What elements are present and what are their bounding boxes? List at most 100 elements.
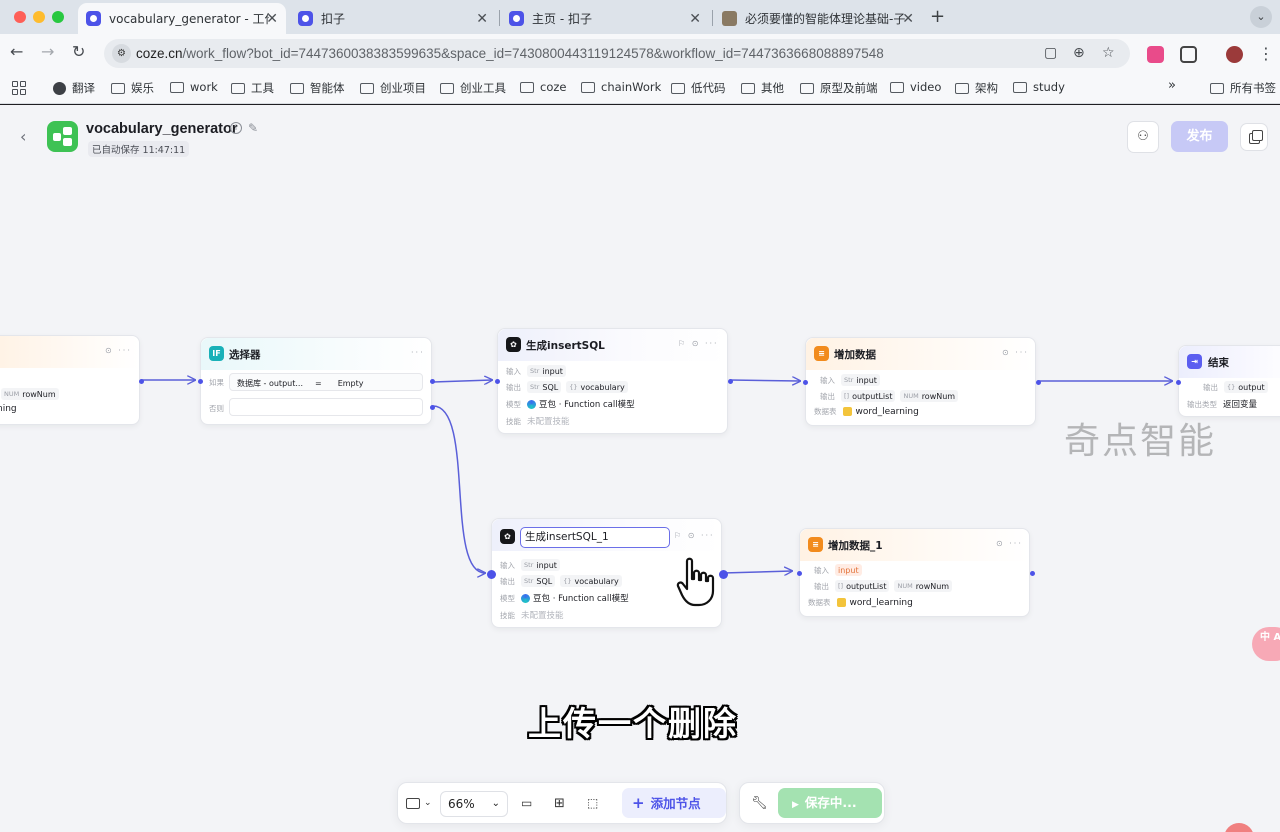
input-port[interactable]	[487, 570, 496, 579]
zoom-icon[interactable]: ⊕	[1073, 45, 1085, 61]
reload-icon[interactable]: ↻	[72, 42, 85, 61]
bookmarks-bar: 翻译 娱乐 work 工具 智能体 创业项目 创业工具 coze chainWo…	[0, 72, 1280, 104]
database-icon: ≡	[808, 537, 823, 552]
node-controls-icon[interactable]: ⊙ ···	[105, 346, 132, 355]
more-bookmarks-button[interactable]: »	[1168, 78, 1176, 93]
close-window-button[interactable]	[14, 11, 26, 23]
input-port[interactable]	[1176, 380, 1181, 385]
bookmark-folder[interactable]: 工具	[231, 80, 274, 96]
coze-favicon-icon	[509, 11, 524, 26]
output-port[interactable]	[1030, 571, 1035, 576]
bookmark-folder[interactable]: 创业工具	[440, 80, 506, 96]
else-branch[interactable]	[229, 398, 423, 416]
comment-icon[interactable]: ▭	[521, 791, 532, 815]
bookmark-folder[interactable]: chainWork	[581, 80, 661, 94]
node-end[interactable]: ⇥ 结束 输出{} output 输出类型 返回变量	[1176, 345, 1280, 417]
doubao-model-icon	[527, 399, 536, 409]
bookmark-folder[interactable]: 原型及前端	[800, 80, 878, 96]
condition-left-operand[interactable]: 数据库 - output...	[237, 378, 303, 389]
zoom-select[interactable]: 66% ⌄	[440, 791, 508, 817]
node-add-data-1[interactable]: ≡ 增加数据_1 ⊙ ··· 输入 input 输出[] outputList NUM…	[797, 528, 1035, 617]
close-tab-icon[interactable]: ✕	[902, 11, 914, 27]
if-output-port[interactable]	[430, 379, 435, 384]
forward-arrow-icon[interactable]: →	[41, 42, 54, 61]
address-bar[interactable]: ⚙ coze.cn/work_flow?bot_id=7447360038383…	[104, 39, 1130, 68]
browser-menu-icon[interactable]: ⋮	[1258, 44, 1274, 63]
tab-home[interactable]: 主页 - 扣子 ✕	[501, 3, 709, 34]
folder-icon	[1013, 81, 1027, 93]
extensions-puzzle-icon[interactable]	[1180, 46, 1197, 63]
node-selector[interactable]: IF 选择器 ··· 如果 数据库 - output... = Empty 否则	[198, 337, 435, 425]
minimize-window-button[interactable]	[33, 11, 45, 23]
bookmark-folder[interactable]: study	[1013, 80, 1065, 94]
database-icon: ≡	[814, 346, 829, 361]
condition-right-operand[interactable]: Empty	[338, 379, 364, 388]
article-favicon-icon	[722, 11, 737, 26]
bookmark-folder[interactable]: 架构	[955, 80, 998, 96]
add-node-button[interactable]: + 添加节点	[622, 788, 726, 818]
llm-icon: ✿	[506, 337, 521, 352]
output-port[interactable]	[719, 570, 728, 579]
close-tab-icon[interactable]: ✕	[476, 11, 488, 27]
site-info-icon[interactable]: ⚙	[112, 44, 131, 63]
bookmark-star-icon[interactable]: ☆	[1102, 45, 1115, 61]
tab-article[interactable]: 必须要懂的智能体理论基础-子 ✕	[714, 3, 922, 34]
all-bookmarks[interactable]: 所有书签	[1210, 80, 1276, 96]
folder-icon	[290, 82, 304, 94]
node-controls-icon[interactable]: ⚐ ⊙ ···	[674, 531, 715, 540]
close-tab-icon[interactable]: ✕	[266, 11, 278, 27]
plus-icon: +	[632, 794, 645, 812]
tab-workflow[interactable]: vocabulary_generator - 工作流 ✕	[78, 3, 286, 34]
save-running-button[interactable]: ▶ 保存中...	[778, 788, 882, 818]
more-icon[interactable]: ···	[411, 348, 425, 357]
edge-gensql1-adddata1	[722, 571, 792, 573]
node-add-data[interactable]: ≡ 增加数据 ⊙ ··· 输入 Str input 输出[] outputList NU…	[803, 337, 1041, 426]
maximize-window-button[interactable]	[52, 11, 64, 23]
back-arrow-icon[interactable]: ←	[10, 42, 23, 61]
node-controls-icon[interactable]: ⊙ ···	[996, 539, 1023, 548]
output-port[interactable]	[139, 379, 144, 384]
output-port[interactable]	[728, 379, 733, 384]
profile-avatar[interactable]	[1226, 46, 1243, 63]
url-text[interactable]: coze.cn/work_flow?bot_id=744736003838359…	[136, 46, 884, 61]
auto-layout-icon[interactable]: ⊞	[554, 791, 565, 815]
play-icon: ▶	[792, 800, 799, 810]
minimap-toggle[interactable]: ⌄	[406, 791, 432, 815]
pointer-mode-icon[interactable]: ⬚	[587, 791, 598, 815]
close-tab-icon[interactable]: ✕	[689, 11, 701, 27]
bookmark-folder[interactable]: work	[170, 80, 218, 94]
debug-wrench-icon[interactable]: 🔧︎	[751, 791, 768, 815]
input-port[interactable]	[797, 571, 802, 576]
clipboard-icon[interactable]: ▢	[1044, 45, 1057, 61]
bookmark-folder[interactable]: 其他	[741, 80, 784, 96]
bookmark-folder[interactable]: 创业项目	[360, 80, 426, 96]
minimap-icon	[406, 797, 420, 809]
bookmark-folder[interactable]: coze	[520, 80, 566, 94]
llm-icon: ✿	[500, 529, 515, 544]
tab-kouzi[interactable]: 扣子 ✕	[290, 3, 496, 34]
input-port[interactable]	[803, 380, 808, 385]
side-floating-button[interactable]: 中 A	[1252, 627, 1280, 661]
node-title-input[interactable]: 生成insertSQL_1	[520, 527, 670, 548]
input-port[interactable]	[495, 379, 500, 384]
end-icon: ⇥	[1187, 354, 1202, 369]
node-gen-insert-sql[interactable]: ✿ 生成insertSQL ⚐ ⊙ ··· 输入 Str input 输出 Str SQ…	[495, 328, 733, 434]
tab-search-icon[interactable]: ⌄	[1250, 6, 1272, 28]
bookmark-translate[interactable]: 翻译	[53, 80, 95, 96]
else-output-port[interactable]	[430, 405, 435, 410]
bookmark-folder[interactable]: 娱乐	[111, 80, 154, 96]
bookmark-folder[interactable]: 低代码	[671, 80, 726, 96]
bookmark-folder[interactable]: video	[890, 80, 941, 94]
new-tab-icon[interactable]: +	[930, 6, 945, 27]
condition-operator[interactable]: =	[315, 379, 322, 388]
apps-grid-icon[interactable]	[12, 81, 26, 95]
folder-icon	[1210, 82, 1224, 94]
bookmark-folder[interactable]: 智能体	[290, 80, 345, 96]
node-start-partial[interactable]: ⊙ ··· NUMrowNum ning	[0, 335, 144, 425]
edge-selector-gensql	[432, 380, 492, 382]
translate-extension-icon[interactable]	[1147, 46, 1164, 63]
output-port[interactable]	[1036, 380, 1041, 385]
node-controls-icon[interactable]: ⚐ ⊙ ···	[678, 339, 719, 348]
node-controls-icon[interactable]: ⊙ ···	[1002, 348, 1029, 357]
input-port[interactable]	[198, 379, 203, 384]
